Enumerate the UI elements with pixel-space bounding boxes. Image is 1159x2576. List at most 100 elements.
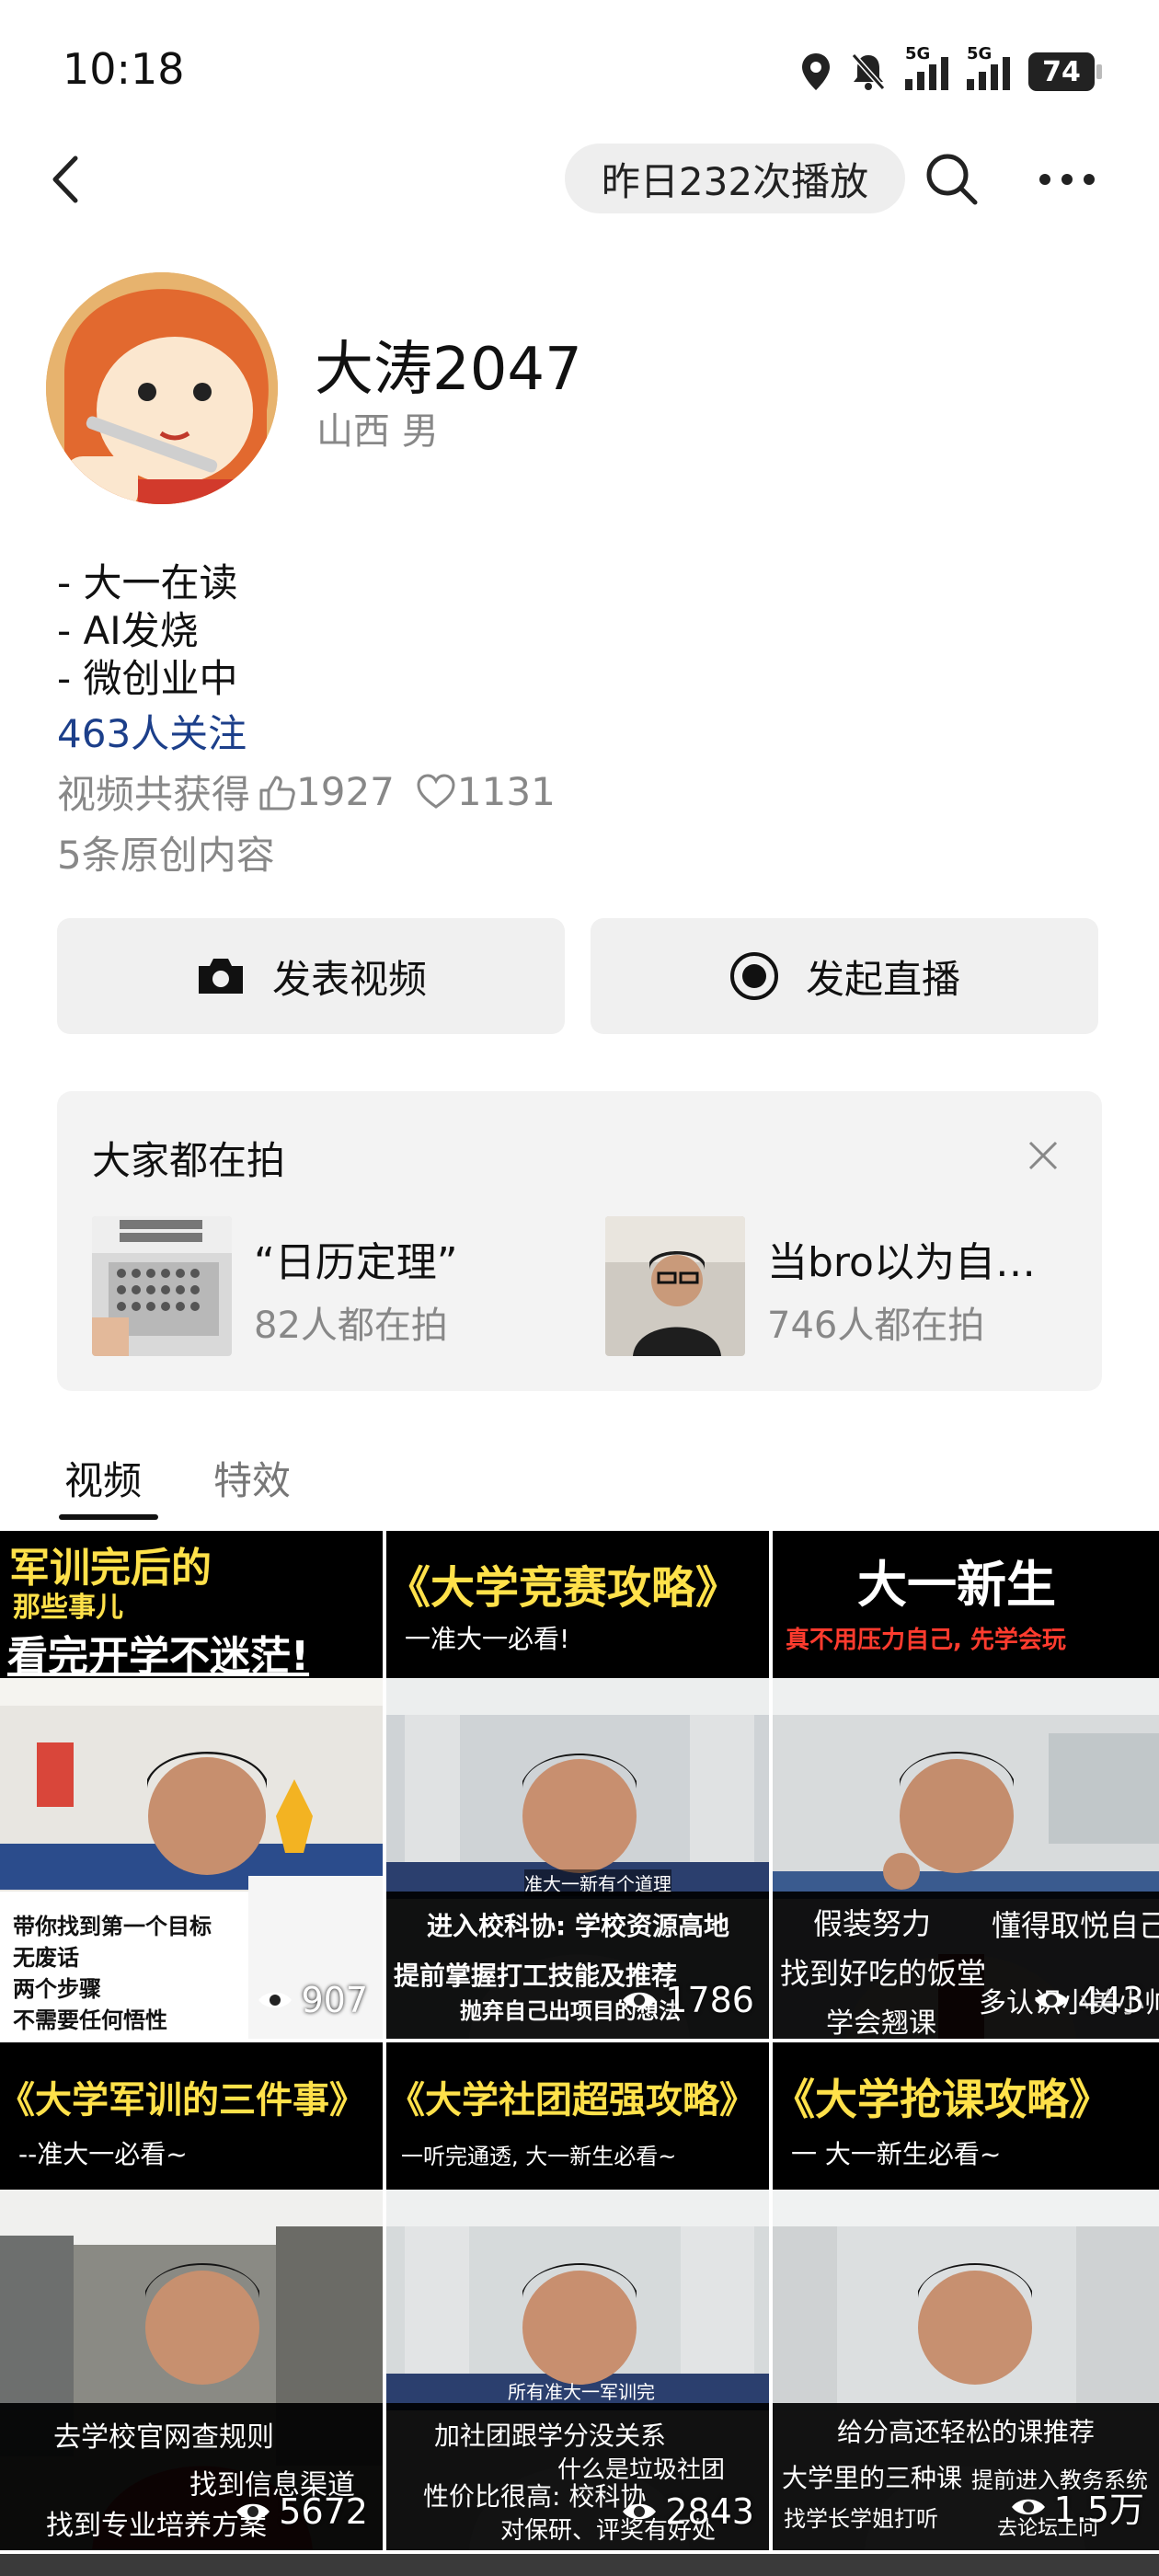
- signal-1-icon: 5G: [905, 44, 948, 90]
- eye-icon: [258, 1992, 293, 2008]
- view-count-value: 2843: [665, 2491, 754, 2532]
- next-row-partial: [0, 2554, 1159, 2576]
- stats-prefix: 视频共获得: [57, 772, 251, 817]
- video-caption: 不需要任何悟性: [13, 2007, 167, 2033]
- video-title: 大一新生: [857, 1556, 1056, 1614]
- search-icon: [926, 154, 978, 205]
- go-live-label: 发起直播: [805, 956, 960, 1002]
- view-count: 2843: [621, 2491, 754, 2532]
- more-dots-icon: [1039, 174, 1095, 185]
- favorites-count: 1131: [456, 769, 556, 814]
- more-button[interactable]: [1030, 147, 1104, 212]
- video-caption: 进入校科协: 学校资源高地: [427, 1911, 729, 1941]
- video-title-banner: 《大学竞赛攻略》 一准大一必看!: [386, 1531, 769, 1678]
- battery-icon: 74: [1028, 52, 1102, 91]
- live-record-icon: [729, 952, 778, 1000]
- trending-item-thumbnail[interactable]: [92, 1216, 232, 1356]
- avatar[interactable]: [46, 272, 278, 504]
- chevron-left-icon: [52, 155, 78, 203]
- eye-icon: [623, 1992, 657, 2008]
- likes-count: 1927: [296, 769, 395, 814]
- trending-close-button[interactable]: [1021, 1133, 1065, 1178]
- calendar-thumbnail-image: [92, 1216, 232, 1356]
- view-count: 1.5万: [1010, 2481, 1144, 2532]
- video-title-banner: 大一新生 真不用压力自己, 先学会玩: [773, 1531, 1159, 1678]
- mute-bell-icon: [851, 53, 886, 90]
- view-count: 1786: [621, 1980, 754, 2020]
- video-caption: 学会翘课: [826, 2007, 936, 2039]
- tab-effects[interactable]: 特效: [213, 1450, 291, 1506]
- eye-icon: [1011, 2499, 1045, 2514]
- eye-icon: [1035, 1992, 1069, 2008]
- go-live-button[interactable]: 发起直播: [591, 918, 1098, 1034]
- video-title-banner: 《大学抢课攻略》 一 大一新生必看~: [773, 2042, 1159, 2190]
- video-title: --准大一必看~: [18, 2139, 188, 2169]
- yesterday-plays-pill[interactable]: 昨日232次播放: [565, 144, 905, 213]
- video-title: 《大学竞赛攻略》: [386, 1562, 740, 1614]
- video-thumbnail[interactable]: 《大学军训的三件事》 --准大一必看~ 去学校官网查规则 找到信息渠道 找到专业…: [0, 2042, 383, 2550]
- eye-icon: [236, 2503, 270, 2520]
- view-count: 907: [257, 1980, 368, 2020]
- back-button[interactable]: [37, 147, 101, 212]
- tab-videos[interactable]: 视频: [64, 1450, 142, 1506]
- video-caption: 所有准大一军训完: [508, 2381, 655, 2403]
- video-thumbnail[interactable]: 《大学竞赛攻略》 一准大一必看! 准大一新有个道理 进入校科协: 学校资源高地 …: [386, 1531, 769, 2039]
- video-caption: 两个步骤: [13, 1976, 101, 2002]
- video-title-part: 真不用压力自己, 先学会玩: [786, 1627, 1066, 1654]
- signal-1-label: 5G: [905, 44, 931, 63]
- video-caption: 无废话: [13, 1945, 79, 1971]
- video-thumbnail[interactable]: 大一新生 真不用压力自己, 先学会玩 假装努力 懂得取悦自己 找到好吃的饭堂 多…: [773, 1531, 1159, 2039]
- video-caption: 找到专业培养方案: [46, 2510, 267, 2542]
- video-title: 一 大一新生必看~: [791, 2139, 1002, 2169]
- video-title: 看完开学不迷茫!: [7, 1633, 310, 1680]
- signal-2-label: 5G: [967, 44, 993, 63]
- trending-item-name[interactable]: “日历定理”: [254, 1229, 458, 1288]
- view-count: 443: [1033, 1980, 1144, 2020]
- bio-line: - 微创业中: [57, 656, 238, 701]
- camera-icon: [198, 959, 243, 994]
- video-title: 《大学社团超强攻略》: [388, 2079, 756, 2122]
- status-icons: 5G 5G 74: [800, 44, 1102, 99]
- search-button[interactable]: [920, 147, 984, 212]
- video-caption: 带你找到第一个目标: [13, 1914, 212, 1939]
- video-title: 那些事儿: [13, 1592, 123, 1624]
- view-count-value: 443: [1077, 1980, 1144, 2020]
- username: 大涛2047: [315, 336, 582, 404]
- video-title: 真不用压力自己, 先学会玩: [786, 1621, 1066, 1655]
- post-video-button[interactable]: 发表视频: [57, 918, 565, 1034]
- video-title-banner: 军训完后的 那些事儿 看完开学不迷茫!: [0, 1531, 383, 1680]
- video-thumbnail[interactable]: 《大学抢课攻略》 一 大一新生必看~ 给分高还轻松的课推荐 大学里的三种课 提前…: [773, 2042, 1159, 2550]
- avatar-image: [46, 272, 278, 504]
- status-time: 10:18: [63, 44, 185, 94]
- video-thumbnail[interactable]: 军训完后的 那些事儿 看完开学不迷茫! 带你找到第一个目标 无废话 两个步骤 不…: [0, 1531, 383, 2039]
- video-caption: 找到好吃的饭堂: [780, 1956, 987, 1991]
- thumbs-up-icon: [259, 776, 295, 810]
- followers-link[interactable]: 463人关注: [57, 703, 247, 759]
- video-caption: 加社团跟学分没关系: [434, 2421, 667, 2451]
- view-count-value: 907: [301, 1980, 368, 2020]
- video-thumbnail[interactable]: 《大学社团超强攻略》 一听完通透, 大一新生必看~ 所有准大一军训完 加社团跟学…: [386, 2042, 769, 2550]
- trending-item-name[interactable]: 当bro以为自…: [767, 1229, 1036, 1288]
- location-icon: [802, 53, 830, 90]
- video-caption: 性价比很高: 校科协: [423, 2481, 647, 2512]
- video-caption: 找学长学姐打听: [784, 2506, 938, 2532]
- video-caption: 给分高还轻松的课推荐: [837, 2417, 1096, 2447]
- video-title: 《大学抢课攻略》: [773, 2075, 1111, 2124]
- video-title: 一准大一必看!: [405, 1624, 570, 1654]
- trending-item-count: 746人都在拍: [767, 1305, 985, 1347]
- video-caption: 去学校官网查规则: [53, 2421, 274, 2454]
- heart-icon: [417, 773, 455, 809]
- video-title-banner: 《大学社团超强攻略》 一听完通透, 大一新生必看~: [386, 2042, 769, 2190]
- video-caption: 懂得取悦自己: [992, 1908, 1159, 1943]
- trending-item-thumbnail[interactable]: [605, 1216, 745, 1356]
- video-title: 《大学军训的三件事》: [0, 2079, 366, 2122]
- video-title-banner: 《大学军训的三件事》 --准大一必看~: [0, 2042, 383, 2190]
- signal-2-icon: 5G: [967, 44, 1010, 90]
- original-content-count: 5条原创内容: [57, 833, 275, 878]
- video-subtitle-area: 带你找到第一个目标 无废话 两个步骤 不需要任何悟性: [0, 1892, 248, 2039]
- video-title: 一听完通透, 大一新生必看~: [401, 2144, 677, 2169]
- view-count-value: 5672: [279, 2491, 368, 2532]
- video-caption: 假装努力: [813, 1906, 932, 1941]
- close-icon: [1028, 1141, 1058, 1170]
- trending-item-count: 82人都在拍: [254, 1305, 448, 1347]
